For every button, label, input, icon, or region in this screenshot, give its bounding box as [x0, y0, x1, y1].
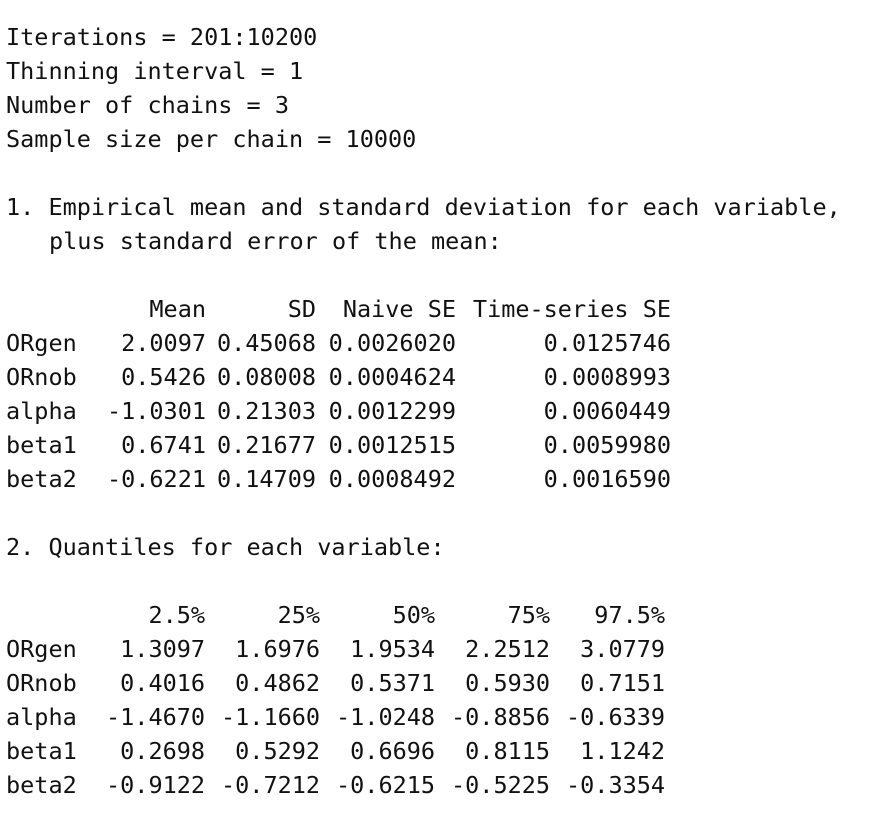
table-row: ORnob 0.5426 0.08008 0.0004624 0.0008993: [6, 360, 671, 394]
cell: 2.0097: [121, 329, 206, 357]
cell: 0.4016: [120, 669, 206, 697]
cell: 0.6741: [121, 431, 206, 459]
cell: 0.0026020: [328, 329, 456, 357]
cell: 0.6696: [350, 737, 436, 765]
table-row: alpha -1.4670 -1.1660 -1.0248 -0.8856 -0…: [6, 700, 665, 734]
cell: 0.7151: [580, 669, 666, 697]
cell: 2.2512: [465, 635, 551, 663]
cell: 0.0008492: [328, 465, 456, 493]
column-header: 2.5%: [148, 601, 206, 629]
column-header: 50%: [392, 601, 436, 629]
cell: 0.08008: [216, 363, 316, 391]
row-label: ORgen: [6, 329, 77, 357]
cell: 0.4862: [235, 669, 321, 697]
section2-title: 2. Quantiles for each variable:: [6, 533, 445, 561]
cell: 3.0779: [580, 635, 666, 663]
sample-size-line: Sample size per chain = 10000: [6, 125, 417, 153]
summary-statistics-table: Mean SD Naive SE Time-series SE ORgen 2.…: [6, 292, 671, 496]
cell: 0.21303: [216, 397, 316, 425]
column-header: Naive SE: [342, 295, 456, 323]
column-header: Time-series SE: [472, 295, 671, 323]
cell: 0.0016590: [543, 465, 671, 493]
table-row: ORgen 1.3097 1.6976 1.9534 2.2512 3.0779: [6, 632, 665, 666]
column-header: 75%: [507, 601, 551, 629]
table-row: beta2 -0.9122 -0.7212 -0.6215 -0.5225 -0…: [6, 768, 665, 802]
cell: 0.5426: [121, 363, 206, 391]
cell: 0.0008993: [543, 363, 671, 391]
cell: -1.1660: [221, 703, 321, 731]
row-label: ORnob: [6, 363, 77, 391]
cell: 0.0059980: [543, 431, 671, 459]
cell: -0.9122: [106, 771, 206, 799]
cell: 0.14709: [216, 465, 316, 493]
cell: -1.0248: [336, 703, 436, 731]
section1-title: 1. Empirical mean and standard deviation…: [6, 193, 841, 221]
column-header: 97.5%: [594, 601, 666, 629]
table-row: beta1 0.6741 0.21677 0.0012515 0.0059980: [6, 428, 671, 462]
cell: 0.21677: [216, 431, 316, 459]
cell: 0.0004624: [328, 363, 456, 391]
thinning-line: Thinning interval = 1: [6, 57, 304, 85]
table-header-row: 2.5% 25% 50% 75% 97.5%: [6, 598, 665, 632]
chains-line: Number of chains = 3: [6, 91, 289, 119]
table-row: beta1 0.2698 0.5292 0.6696 0.8115 1.1242: [6, 734, 665, 768]
cell: 0.8115: [465, 737, 551, 765]
cell: 0.0012299: [328, 397, 456, 425]
column-header: SD: [287, 295, 316, 323]
table-header-row: Mean SD Naive SE Time-series SE: [6, 292, 671, 326]
cell: 1.1242: [580, 737, 666, 765]
cell: 0.45068: [216, 329, 316, 357]
row-label: beta1: [6, 431, 77, 459]
cell: 0.0125746: [543, 329, 671, 357]
table-row: beta2 -0.6221 0.14709 0.0008492 0.001659…: [6, 462, 671, 496]
cell: 0.5292: [235, 737, 321, 765]
cell: -0.6221: [106, 465, 206, 493]
cell: -0.5225: [451, 771, 551, 799]
quantiles-table: 2.5% 25% 50% 75% 97.5% ORgen 1.3097 1.69…: [6, 598, 665, 802]
table-row: ORnob 0.4016 0.4862 0.5371 0.5930 0.7151: [6, 666, 665, 700]
cell: 0.0060449: [543, 397, 671, 425]
iterations-line: Iterations = 201:10200: [6, 23, 318, 51]
console-output: Iterations = 201:10200 Thinning interval…: [6, 20, 874, 802]
cell: -0.6339: [566, 703, 666, 731]
row-label: ORgen: [6, 635, 77, 663]
cell: -0.8856: [451, 703, 551, 731]
column-header: 25%: [277, 601, 321, 629]
row-label: beta2: [6, 771, 77, 799]
cell: -0.7212: [221, 771, 321, 799]
cell: 0.5930: [465, 669, 551, 697]
cell: 1.3097: [120, 635, 206, 663]
cell: 1.6976: [235, 635, 321, 663]
cell: -0.6215: [336, 771, 436, 799]
row-label: alpha: [6, 703, 77, 731]
table-row: ORgen 2.0097 0.45068 0.0026020 0.0125746: [6, 326, 671, 360]
corner-cell: [6, 292, 106, 326]
cell: 0.0012515: [328, 431, 456, 459]
row-label: alpha: [6, 397, 77, 425]
column-header: Mean: [149, 295, 206, 323]
cell: -1.4670: [106, 703, 206, 731]
corner-cell: [6, 598, 106, 632]
cell: -1.0301: [106, 397, 206, 425]
row-label: beta1: [6, 737, 77, 765]
table-row: alpha -1.0301 0.21303 0.0012299 0.006044…: [6, 394, 671, 428]
cell: 0.2698: [120, 737, 206, 765]
cell: -0.3354: [566, 771, 666, 799]
section1-subtitle: plus standard error of the mean:: [49, 227, 502, 255]
row-label: beta2: [6, 465, 77, 493]
cell: 0.5371: [350, 669, 436, 697]
row-label: ORnob: [6, 669, 77, 697]
cell: 1.9534: [350, 635, 436, 663]
